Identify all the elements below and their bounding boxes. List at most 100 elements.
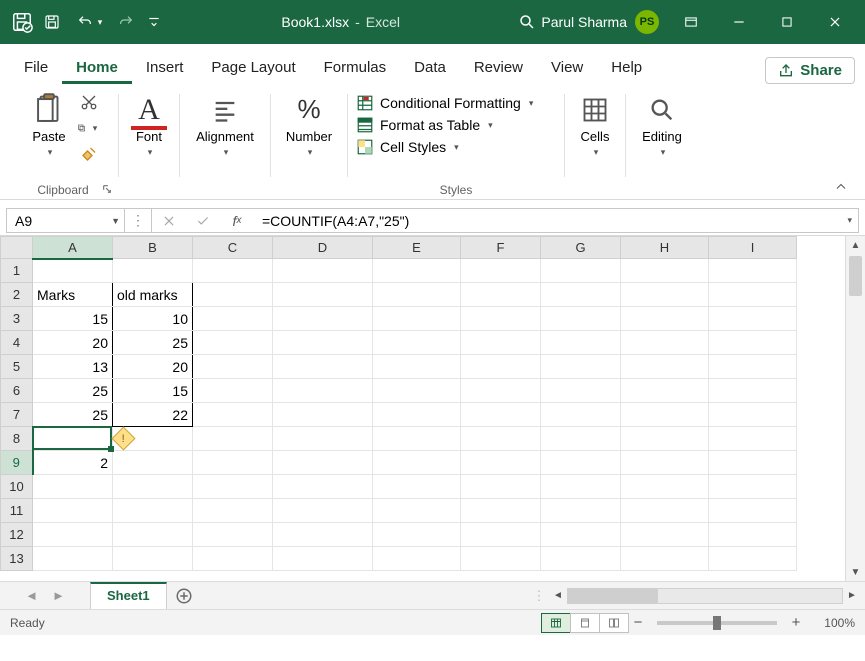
row-header-7[interactable]: 7 bbox=[1, 403, 33, 427]
cell-B13[interactable] bbox=[113, 547, 193, 571]
cell-A13[interactable] bbox=[33, 547, 113, 571]
cell-E3[interactable] bbox=[373, 307, 461, 331]
cell-A3[interactable]: 15 bbox=[33, 307, 113, 331]
cell-I4[interactable] bbox=[709, 331, 797, 355]
cell-D10[interactable] bbox=[273, 475, 373, 499]
cell-I12[interactable] bbox=[709, 523, 797, 547]
cell-C8[interactable] bbox=[193, 427, 273, 451]
undo-button[interactable]: ▾ bbox=[66, 8, 112, 36]
cell-I13[interactable] bbox=[709, 547, 797, 571]
view-page-break-button[interactable] bbox=[599, 613, 629, 633]
sheet-nav-next[interactable]: ► bbox=[52, 588, 65, 603]
row-header-10[interactable]: 10 bbox=[1, 475, 33, 499]
hscroll-thumb[interactable] bbox=[568, 589, 658, 603]
customize-qat-button[interactable] bbox=[140, 8, 168, 36]
maximize-button[interactable] bbox=[763, 0, 811, 44]
cell-C2[interactable] bbox=[193, 283, 273, 307]
cell-B6[interactable]: 15 bbox=[113, 379, 193, 403]
scroll-right-button[interactable]: ► bbox=[843, 587, 861, 605]
cell-I8[interactable] bbox=[709, 427, 797, 451]
scroll-left-button[interactable]: ◄ bbox=[549, 587, 567, 605]
cell-I5[interactable] bbox=[709, 355, 797, 379]
minimize-button[interactable] bbox=[715, 0, 763, 44]
paste-button[interactable]: Paste ▾ bbox=[25, 88, 73, 166]
row-header-4[interactable]: 4 bbox=[1, 331, 33, 355]
vertical-scrollbar[interactable]: ▲ ▼ bbox=[845, 236, 865, 581]
alignment-button[interactable]: Alignment ▾ bbox=[190, 88, 260, 161]
cell-G12[interactable] bbox=[541, 523, 621, 547]
cell-F6[interactable] bbox=[461, 379, 541, 403]
cell-I9[interactable] bbox=[709, 451, 797, 475]
tab-page-layout[interactable]: Page Layout bbox=[197, 52, 309, 84]
cell-F1[interactable] bbox=[461, 259, 541, 283]
expand-formula-bar-button[interactable]: ▾ bbox=[847, 215, 852, 226]
cell-A6[interactable]: 25 bbox=[33, 379, 113, 403]
cell-B11[interactable] bbox=[113, 499, 193, 523]
cell-F10[interactable] bbox=[461, 475, 541, 499]
scroll-up-button[interactable]: ▲ bbox=[846, 236, 865, 254]
cell-G5[interactable] bbox=[541, 355, 621, 379]
cell-I6[interactable] bbox=[709, 379, 797, 403]
cell-G2[interactable] bbox=[541, 283, 621, 307]
cell-D8[interactable] bbox=[273, 427, 373, 451]
row-header-5[interactable]: 5 bbox=[1, 355, 33, 379]
cell-C12[interactable] bbox=[193, 523, 273, 547]
cell-I7[interactable] bbox=[709, 403, 797, 427]
col-header-B[interactable]: B bbox=[113, 237, 193, 259]
row-header-3[interactable]: 3 bbox=[1, 307, 33, 331]
cell-styles-button[interactable]: Cell Styles ▾ bbox=[356, 136, 459, 158]
cell-I3[interactable] bbox=[709, 307, 797, 331]
tab-insert[interactable]: Insert bbox=[132, 52, 198, 84]
editing-button[interactable]: Editing ▾ bbox=[636, 88, 688, 161]
cell-E4[interactable] bbox=[373, 331, 461, 355]
redo-button[interactable] bbox=[112, 8, 140, 36]
zoom-handle[interactable] bbox=[713, 616, 721, 630]
tab-home[interactable]: Home bbox=[62, 52, 132, 84]
cell-B4[interactable]: 25 bbox=[113, 331, 193, 355]
cell-H12[interactable] bbox=[621, 523, 709, 547]
close-button[interactable] bbox=[811, 0, 859, 44]
scroll-down-button[interactable]: ▼ bbox=[846, 563, 865, 581]
cell-H11[interactable] bbox=[621, 499, 709, 523]
cell-G9[interactable] bbox=[541, 451, 621, 475]
sheet-nav-prev[interactable]: ◄ bbox=[25, 588, 38, 603]
cell-E12[interactable] bbox=[373, 523, 461, 547]
cell-C5[interactable] bbox=[193, 355, 273, 379]
row-header-1[interactable]: 1 bbox=[1, 259, 33, 283]
zoom-level[interactable]: 100% bbox=[805, 616, 855, 630]
cell-H5[interactable] bbox=[621, 355, 709, 379]
cell-H8[interactable] bbox=[621, 427, 709, 451]
cell-I2[interactable] bbox=[709, 283, 797, 307]
cell-D1[interactable] bbox=[273, 259, 373, 283]
cell-E1[interactable] bbox=[373, 259, 461, 283]
tab-review[interactable]: Review bbox=[460, 52, 537, 84]
cell-A7[interactable]: 25 bbox=[33, 403, 113, 427]
cell-F12[interactable] bbox=[461, 523, 541, 547]
ribbon-display-options[interactable] bbox=[667, 0, 715, 44]
col-header-F[interactable]: F bbox=[461, 237, 541, 259]
cell-F3[interactable] bbox=[461, 307, 541, 331]
cell-C10[interactable] bbox=[193, 475, 273, 499]
row-header-6[interactable]: 6 bbox=[1, 379, 33, 403]
cell-C6[interactable] bbox=[193, 379, 273, 403]
cell-H9[interactable] bbox=[621, 451, 709, 475]
format-painter-button[interactable] bbox=[77, 142, 101, 166]
cell-B9[interactable] bbox=[113, 451, 193, 475]
cell-H13[interactable] bbox=[621, 547, 709, 571]
cell-G10[interactable] bbox=[541, 475, 621, 499]
cell-D7[interactable] bbox=[273, 403, 373, 427]
cell-I10[interactable] bbox=[709, 475, 797, 499]
insert-function-button[interactable]: fx bbox=[220, 208, 254, 233]
cancel-formula-button[interactable] bbox=[152, 208, 186, 233]
cell-D11[interactable] bbox=[273, 499, 373, 523]
horizontal-scrollbar[interactable]: ◄ ► bbox=[545, 582, 865, 609]
cell-D5[interactable] bbox=[273, 355, 373, 379]
cell-D2[interactable] bbox=[273, 283, 373, 307]
cell-H3[interactable] bbox=[621, 307, 709, 331]
number-button[interactable]: % Number ▾ bbox=[280, 88, 338, 161]
cell-C4[interactable] bbox=[193, 331, 273, 355]
account-button[interactable]: Parul Sharma PS bbox=[541, 10, 659, 34]
cell-E8[interactable] bbox=[373, 427, 461, 451]
cell-C11[interactable] bbox=[193, 499, 273, 523]
formula-input[interactable]: =COUNTIF(A4:A7,"25") ▾ bbox=[254, 208, 859, 233]
